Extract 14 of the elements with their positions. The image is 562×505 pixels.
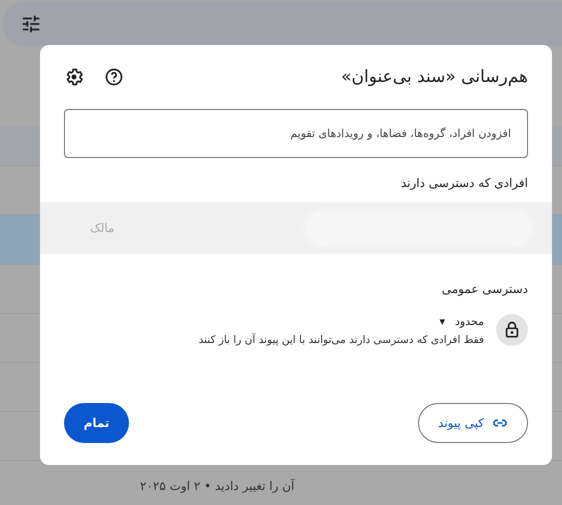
- access-dropdown[interactable]: محدود ▾: [439, 314, 484, 328]
- dialog-title: هم‌رسانی «سند بی‌عنوان»: [341, 67, 528, 87]
- add-people-field[interactable]: افزودن افراد، گروه‌ها، فضاها، و رویدادهای تقویم: [64, 109, 528, 158]
- filter-icon[interactable]: [20, 13, 42, 35]
- copy-link-button[interactable]: کپی پیوند: [418, 403, 528, 443]
- section-heading: افرادی که دسترسی دارند: [400, 176, 528, 190]
- section-heading: دسترسی عمومی: [440, 282, 528, 296]
- owner-role: مالک: [90, 221, 114, 235]
- help-icon[interactable]: [104, 67, 124, 87]
- access-description: فقط افرادی که دسترسی دارند می‌توانند با این پیوند آن را باز کنند: [198, 334, 484, 346]
- done-button[interactable]: تمام: [64, 403, 129, 443]
- lock-icon: [496, 314, 528, 346]
- modified-text: آن را تغییر دادید • ۲ اوت ۲۰۲۵: [140, 479, 294, 493]
- settings-icon[interactable]: [64, 67, 84, 87]
